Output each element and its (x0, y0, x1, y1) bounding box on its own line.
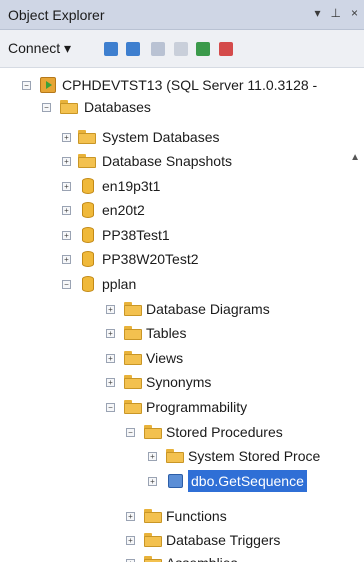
connect-object-icon[interactable] (104, 42, 118, 56)
tree-node-database[interactable]: + en19p3t1 (0, 175, 364, 197)
tree-node-database-pplan[interactable]: − pplan (0, 273, 364, 295)
tree-node-database-triggers[interactable]: + Database Triggers (0, 529, 364, 551)
folder-icon (78, 154, 96, 168)
refresh-icon[interactable] (196, 42, 210, 56)
tree-node-database[interactable]: + PP38Test1 (0, 224, 364, 246)
folder-icon (124, 302, 142, 316)
folder-icon (124, 375, 142, 389)
expand-icon[interactable]: + (126, 512, 135, 521)
collapse-icon[interactable]: − (22, 81, 31, 90)
scroll-up-icon[interactable]: ▲ (350, 152, 360, 163)
folder-icon (144, 533, 162, 547)
tree-node-synonyms[interactable]: + Synonyms (0, 371, 364, 393)
expand-icon[interactable]: + (106, 378, 115, 387)
tree-node-label: Assemblies (166, 552, 238, 562)
tree-node-system-databases[interactable]: + System Databases (0, 126, 364, 148)
tree-node-database[interactable]: + PP38W20Test2 (0, 248, 364, 270)
expand-icon[interactable]: + (62, 255, 71, 264)
tree-node-label: en19p3t1 (102, 178, 161, 194)
tree-node-views[interactable]: + Views (0, 347, 364, 369)
tree-node-label: en20t2 (102, 202, 145, 218)
tree-node-server[interactable]: − CPHDEVTST13 (SQL Server 11.0.3128 - (0, 74, 364, 96)
tree-node-database[interactable]: + en20t2 (0, 199, 364, 221)
tree-node-label: pplan (102, 276, 137, 292)
folder-icon (124, 326, 142, 340)
tree-node-label: PP38W20Test2 (102, 251, 199, 267)
tree-node-stored-procedures[interactable]: − Stored Procedures (0, 421, 364, 443)
collapse-icon[interactable]: − (106, 403, 115, 412)
object-explorer-tree: − CPHDEVTST13 (SQL Server 11.0.3128 - − … (0, 70, 364, 562)
tree-node-label: Database Triggers (166, 532, 281, 548)
expand-icon[interactable]: + (106, 305, 115, 314)
collapse-icon[interactable]: − (42, 103, 51, 112)
folder-icon (144, 425, 162, 439)
panel-title-buttons: ▾ ⊥ × (315, 6, 359, 20)
tree-node-assemblies[interactable]: + Assemblies (0, 552, 364, 562)
tree-node-label: Stored Procedures (166, 424, 283, 440)
tree-node-label: Database Snapshots (102, 153, 232, 169)
tree-node-label: Functions (166, 508, 227, 524)
tree-node-databases[interactable]: − Databases (0, 96, 364, 118)
stop-icon[interactable] (151, 42, 165, 56)
tree-node-label: System Databases (102, 129, 220, 145)
expand-icon[interactable]: + (148, 452, 157, 461)
tree-node-label: Programmability (146, 399, 248, 415)
tree-node-label: Databases (84, 99, 151, 115)
tree-node-programmability[interactable]: − Programmability (0, 396, 364, 418)
expand-icon[interactable]: + (62, 206, 71, 215)
tree-node-label: System Stored Proce (188, 448, 321, 464)
connect-button[interactable]: Connect ▾ (8, 40, 71, 57)
tree-node-database-diagrams[interactable]: + Database Diagrams (0, 298, 364, 320)
folder-icon (124, 400, 142, 414)
object-explorer-titlebar: Object Explorer ▾ ⊥ × (0, 0, 364, 30)
stored-procedure-icon (168, 474, 183, 488)
panel-title: Object Explorer (8, 7, 105, 23)
database-icon (82, 276, 94, 292)
expand-icon[interactable]: + (148, 477, 157, 486)
expand-icon[interactable]: + (126, 536, 135, 545)
tree-node-database-snapshots[interactable]: + Database Snapshots (0, 150, 364, 172)
object-explorer-toolbar: Connect ▾ (0, 30, 364, 68)
database-icon (82, 178, 94, 194)
dropdown-icon[interactable]: ▾ (315, 6, 321, 20)
folder-icon (124, 351, 142, 365)
expand-icon[interactable]: + (106, 329, 115, 338)
tree-node-label: CPHDEVTST13 (SQL Server 11.0.3128 - (62, 77, 318, 93)
expand-icon[interactable]: + (62, 182, 71, 191)
folder-icon (144, 509, 162, 523)
tree-node-tables[interactable]: + Tables (0, 322, 364, 344)
tree-node-functions[interactable]: + Functions (0, 505, 364, 527)
tree-node-stored-procedure-selected[interactable]: + dbo.GetSequence (0, 470, 364, 492)
filter-icon[interactable] (174, 42, 188, 56)
expand-icon[interactable]: + (62, 157, 71, 166)
tree-node-label: Tables (146, 325, 187, 341)
server-icon (40, 77, 56, 93)
database-icon (82, 202, 94, 218)
tree-node-label: Synonyms (146, 374, 212, 390)
database-icon (82, 227, 94, 243)
tree-node-system-stored-procedures[interactable]: + System Stored Proce (0, 445, 364, 467)
tree-node-label: Views (146, 350, 184, 366)
expand-icon[interactable]: + (62, 133, 71, 142)
disconnect-icon[interactable] (126, 42, 140, 56)
close-icon[interactable]: × (351, 6, 358, 20)
tree-node-label: PP38Test1 (102, 227, 170, 243)
folder-icon (166, 449, 184, 463)
folder-icon (60, 100, 78, 114)
collapse-icon[interactable]: − (62, 280, 71, 289)
activity-monitor-icon[interactable] (219, 42, 233, 56)
expand-icon[interactable]: + (106, 354, 115, 363)
tree-node-label: dbo.GetSequence (188, 470, 307, 492)
collapse-icon[interactable]: − (126, 428, 135, 437)
folder-icon (144, 556, 162, 562)
database-icon (82, 251, 94, 267)
expand-icon[interactable]: + (62, 231, 71, 240)
tree-node-label: Database Diagrams (146, 301, 270, 317)
folder-icon (78, 130, 96, 144)
pin-icon[interactable]: ⊥ (331, 6, 341, 20)
